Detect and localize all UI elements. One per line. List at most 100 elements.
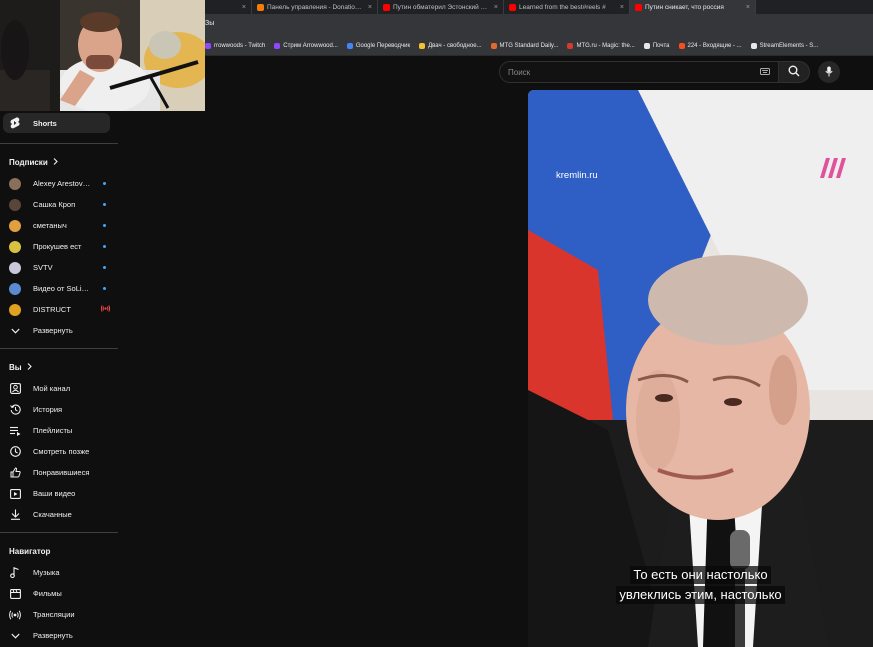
- sidebar-item-history[interactable]: История: [0, 399, 118, 420]
- sidebar-item-like[interactable]: Понравившиеся: [0, 462, 118, 483]
- voice-search-button[interactable]: [818, 61, 840, 83]
- chevron-right-icon: [27, 362, 32, 372]
- channel-avatar: [9, 219, 21, 232]
- sidebar-item-music[interactable]: Музыка: [0, 562, 118, 583]
- bookmark-item[interactable]: MTG.ru - Magic: the...: [567, 42, 635, 49]
- sidebar-item-subscription[interactable]: DISTRUCT: [0, 299, 118, 320]
- sidebar-item-channel[interactable]: Мой канал: [0, 378, 118, 399]
- sidebar-item-label: Смотреть позже: [33, 447, 90, 456]
- sidebar-item-playlists[interactable]: Плейлисты: [0, 420, 118, 441]
- playlists-icon: [9, 425, 21, 437]
- new-content-dot: [103, 245, 106, 248]
- subscription-name: Видео от SoLiD'a: [33, 284, 91, 293]
- bookmark-label: Двач - свободное...: [428, 42, 482, 49]
- caption-line: То есть они настолько: [630, 566, 771, 584]
- bookmark-label: rrowwoods - Twitch: [214, 42, 266, 49]
- tab-title: Learned from the best#reels #: [519, 3, 606, 11]
- sidebar-item-subscription[interactable]: SVTV: [0, 257, 118, 278]
- bookmark-item[interactable]: Двач - свободное...: [419, 42, 482, 49]
- caption-line: увлеклись этим, настолько: [616, 586, 785, 604]
- new-content-dot: [103, 182, 106, 185]
- new-content-dot: [103, 266, 106, 269]
- sidebar-item-subscription[interactable]: сметаныч: [0, 215, 118, 236]
- subscriptions-list: Alexey Arestovych Сашка Кроп сметаныч Проку…: [0, 173, 118, 320]
- sidebar: Shorts Подписки Alexey Arestovych Сашка К…: [0, 111, 118, 647]
- video-watermark: kremlin.ru: [556, 170, 598, 181]
- subscription-name: сметаныч: [33, 221, 67, 230]
- sidebar-item-movies[interactable]: Фильмы: [0, 583, 118, 604]
- subscription-name: Сашка Кроп: [33, 200, 76, 209]
- sidebar-item-label: История: [33, 405, 63, 414]
- sidebar-item-chevron-down[interactable]: Развернуть: [0, 625, 118, 646]
- chevron-right-icon: [53, 157, 58, 167]
- tab-title: Путин обматерил Эстонский министра: [393, 3, 491, 11]
- browser-tab[interactable]: Путин сникает, что россия ×: [630, 0, 756, 14]
- sidebar-item-your-videos[interactable]: Ваши видео: [0, 483, 118, 504]
- bookmark-favicon-icon: [419, 42, 426, 49]
- bookmark-item[interactable]: MTG Standard Daily...: [490, 42, 559, 49]
- movies-icon: [9, 588, 21, 600]
- chevron-down-icon: [9, 325, 21, 337]
- search-box[interactable]: [499, 61, 779, 83]
- tab-favicon-icon: [635, 3, 642, 11]
- bookmark-item[interactable]: Google Переводчик: [346, 42, 410, 49]
- navigator-list: Музыка Фильмы Трансляции Развернуть: [0, 562, 118, 646]
- search-input[interactable]: [508, 67, 760, 77]
- search-icon: [788, 65, 800, 79]
- sidebar-item-label: Музыка: [33, 568, 60, 577]
- tab-title: Панель управления - DonationAlerts: [267, 3, 365, 11]
- bookmark-item[interactable]: Стрим Arrowwood...: [274, 42, 338, 49]
- bookmark-item[interactable]: 224 - Входящие - ...: [678, 42, 742, 49]
- tab-favicon-icon: [509, 3, 516, 11]
- streamer-webcam-image: [0, 0, 205, 111]
- tab-close-icon[interactable]: ×: [368, 4, 372, 11]
- subscription-name: Alexey Arestovych: [33, 179, 91, 188]
- subscriptions-header[interactable]: Подписки: [0, 151, 118, 173]
- search-area: [499, 61, 840, 83]
- sidebar-item-shorts[interactable]: Shorts: [3, 113, 110, 133]
- sidebar-item-subscription[interactable]: Прокушев ест: [0, 236, 118, 257]
- sidebar-item-subscription[interactable]: Видео от SoLiD'a: [0, 278, 118, 299]
- tab-close-icon[interactable]: ×: [620, 4, 624, 11]
- channel-avatar: [9, 177, 21, 190]
- sidebar-item-subscription[interactable]: Сашка Кроп: [0, 194, 118, 215]
- sidebar-item-label: Трансляции: [33, 610, 75, 619]
- subscriptions-expand-button[interactable]: Развернуть: [0, 320, 118, 341]
- channel-avatar: [9, 198, 21, 211]
- tab-close-icon[interactable]: ×: [746, 4, 750, 11]
- subscription-name: SVTV: [33, 263, 53, 272]
- webcam-overlay: [0, 0, 205, 111]
- you-list: Мой канал История Плейлисты Смотреть позже П…: [0, 378, 118, 525]
- history-icon: [9, 404, 21, 416]
- browser-tab[interactable]: Путин обматерил Эстонский министра×: [378, 0, 504, 14]
- channel-avatar: [9, 261, 21, 274]
- bookmark-item[interactable]: StreamElements - S...: [750, 42, 818, 49]
- shorts-video-player[interactable]: kremlin.ru То есть они настолько увлекли…: [528, 90, 873, 647]
- sidebar-item-download[interactable]: Скачанные: [0, 504, 118, 525]
- tab-close-icon[interactable]: ×: [242, 4, 246, 11]
- sidebar-item-label: Ваши видео: [33, 489, 76, 498]
- keyboard-icon[interactable]: [760, 67, 770, 77]
- sidebar-item-label: Плейлисты: [33, 426, 73, 435]
- sidebar-item-label: Фильмы: [33, 589, 62, 598]
- sidebar-item-live[interactable]: Трансляции: [0, 604, 118, 625]
- bookmark-item[interactable]: Почта: [643, 42, 670, 49]
- watch-later-icon: [9, 446, 21, 458]
- search-button[interactable]: [778, 61, 810, 83]
- divider: [0, 532, 118, 533]
- sidebar-item-watch-later[interactable]: Смотреть позже: [0, 441, 118, 462]
- browser-tab[interactable]: Панель управления - DonationAlerts ×: [252, 0, 378, 14]
- channel-logo-icon: [818, 156, 848, 182]
- bookmark-favicon-icon: [750, 42, 757, 49]
- new-content-dot: [103, 203, 106, 206]
- bookmark-favicon-icon: [567, 42, 574, 49]
- browser-tab[interactable]: Learned from the best#reels # ×: [504, 0, 630, 14]
- you-header[interactable]: Вы: [0, 356, 118, 378]
- sidebar-item-label: Мой канал: [33, 384, 71, 393]
- address-text: Зы: [205, 20, 215, 27]
- bookmark-item[interactable]: rrowwoods - Twitch: [205, 42, 266, 49]
- bookmark-label: MTG Standard Daily...: [499, 42, 559, 49]
- sidebar-item-subscription[interactable]: Alexey Arestovych: [0, 173, 118, 194]
- tab-title: Путин сникает, что россия: [645, 3, 724, 11]
- tab-close-icon[interactable]: ×: [494, 4, 498, 11]
